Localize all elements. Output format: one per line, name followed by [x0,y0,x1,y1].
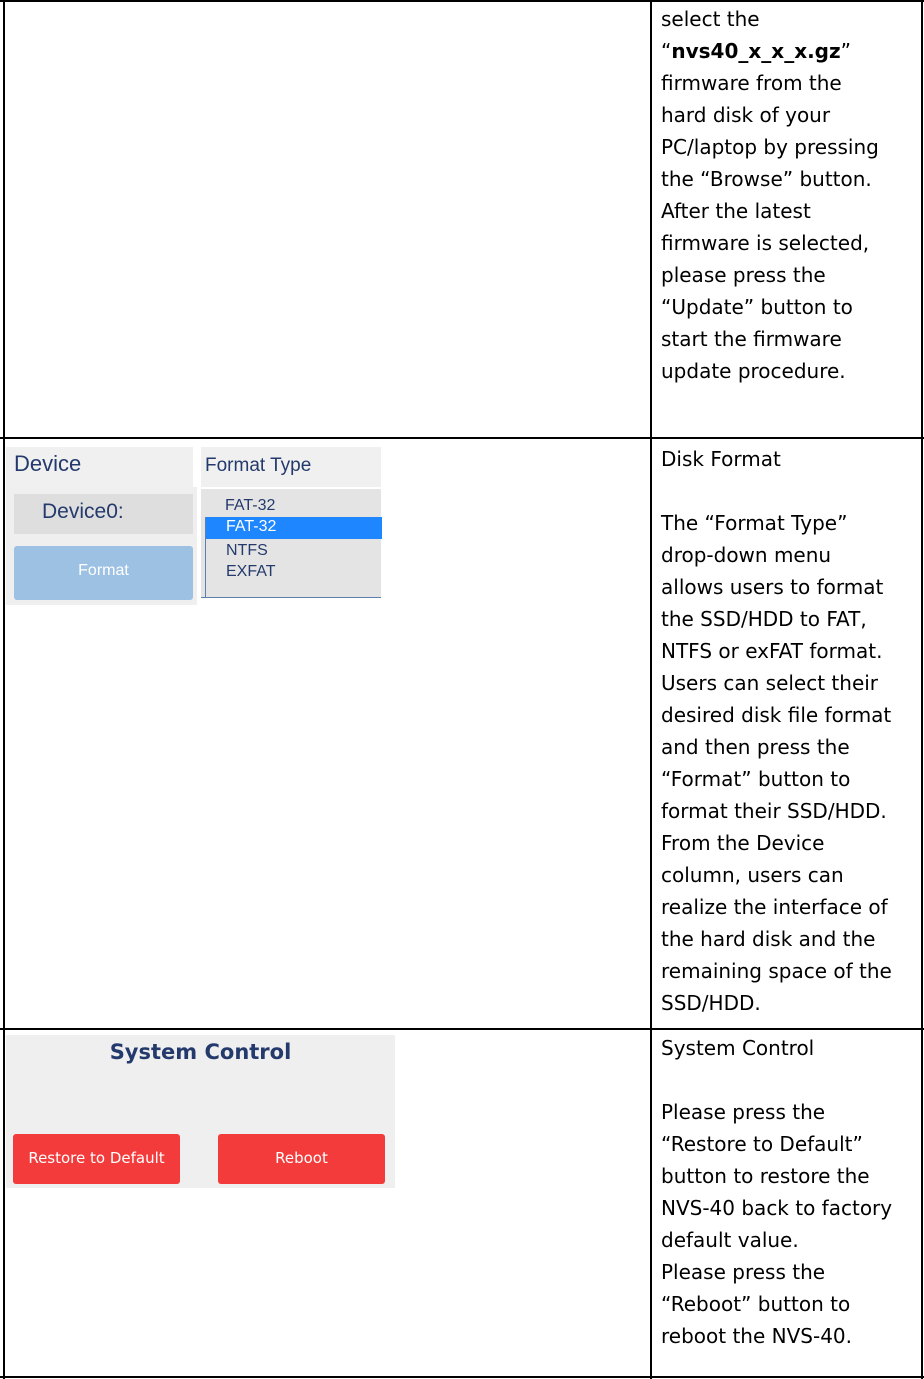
format-button-label: Format [78,562,129,579]
desc-line: remaining space of the [661,959,892,983]
desc-line: Users can select their [661,671,879,695]
reboot-button[interactable]: Reboot [218,1134,385,1184]
device-header: Device [6,447,193,487]
format-type-header: Format Type [201,447,381,487]
device-value: Device0: [14,494,193,534]
desc-line: update procedure. [661,359,846,383]
format-option-label: FAT-32 [226,518,277,535]
format-option-exfat[interactable]: EXFAT [206,562,382,584]
desc-line: drop-down menu [661,543,832,567]
desc-line: the hard disk and the [661,927,876,951]
device-value-label: Device0: [42,500,124,523]
format-type-select[interactable]: FAT-32 FAT-32 NTFS EXFAT [201,489,382,598]
desc-line: select the [661,7,760,31]
restore-default-label: Restore to Default [28,1149,165,1167]
desc-line: start the firmware [661,327,842,351]
desc-line: default value. [661,1228,799,1252]
desc-line: the “Browse” button. [661,167,872,191]
table-bottom-border [0,1376,924,1378]
desc-line: reboot the NVS-40. [661,1324,852,1348]
desc-line: allows users to format [661,575,884,599]
table-right-border [921,0,923,1379]
desc-line: please press the [661,263,826,287]
desc-line: “Format” button to [661,767,851,791]
format-type-header-label: Format Type [205,455,312,476]
desc-line: After the latest [661,199,811,223]
firmware-filename: “nvs40_x_x_x.gz” [661,39,852,63]
system-control-title: System Control [109,1040,292,1064]
column-divider [650,0,652,1379]
desc-line: Please press the [661,1100,826,1124]
row-divider-2 [0,1028,924,1030]
table-top-border [0,0,924,2]
restore-default-button[interactable]: Restore to Default [13,1134,180,1184]
desc-line: Please press the [661,1260,826,1284]
desc-line: “Update” button to [661,295,853,319]
desc-line: The “Format Type” [661,511,848,535]
desc-line: SSD/HDD. [661,991,761,1015]
desc-line: format their SSD/HDD. [661,799,887,823]
desc-line: firmware is selected, [661,231,870,255]
format-option-label: EXFAT [226,563,276,580]
filename-bold: nvs40_x_x_x.gz [671,39,841,63]
format-button[interactable]: Format [14,546,193,600]
format-type-dropdown-list: FAT-32 NTFS EXFAT [205,517,382,597]
reboot-label: Reboot [275,1149,328,1167]
disk-format-title: Disk Format [661,447,781,471]
desc-line: and then press the [661,735,850,759]
device-header-label: Device [14,451,82,476]
format-option-fat32[interactable]: FAT-32 [206,517,382,539]
firmware-description: select the “nvs40_x_x_x.gz” firmware fro… [661,3,919,387]
desc-line: “Restore to Default” [661,1132,863,1156]
desc-line: column, users can [661,863,844,887]
table-left-border [3,0,5,1379]
desc-line: firmware from the [661,71,842,95]
desc-line: NTFS or exFAT format. [661,639,883,663]
desc-line: desired disk file format [661,703,892,727]
desc-line: hard disk of your [661,103,831,127]
desc-line: “Reboot” button to [661,1292,851,1316]
format-option-ntfs[interactable]: NTFS [206,541,382,563]
system-control-description: System Control Please press the “Restore… [661,1032,919,1352]
desc-line: the SSD/HDD to FAT, [661,607,867,631]
desc-line: PC/laptop by pressing [661,135,879,159]
desc-line: realize the interface of [661,895,888,919]
system-control-desc-title: System Control [661,1036,815,1060]
row-divider-1 [0,437,924,439]
desc-line: NVS-40 back to factory [661,1196,893,1220]
format-type-current: FAT-32 [225,497,276,514]
format-option-label: NTFS [226,542,268,559]
disk-format-description: Disk Format The “Format Type” drop-down … [661,443,919,1019]
desc-line: button to restore the [661,1164,870,1188]
desc-line: From the Device [661,831,825,855]
